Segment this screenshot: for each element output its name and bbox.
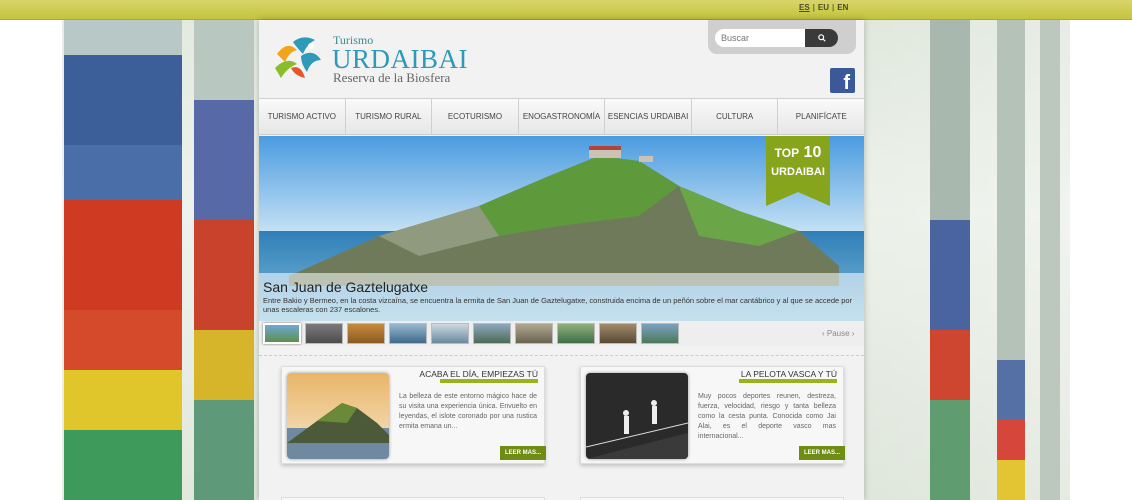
- nav-enogastronomia[interactable]: ENOGASTRONOMÍA: [519, 99, 606, 134]
- urdaibai-logo-icon[interactable]: [273, 34, 323, 82]
- tree-trunk-right-2: [997, 20, 1025, 500]
- nav-esencias-urdaibai[interactable]: ESENCIAS URDAIBAI: [605, 99, 692, 134]
- card-text: Muy pocos deportes reunen, destreza, fue…: [698, 393, 836, 440]
- card-image-pelota: [586, 373, 688, 459]
- card-title-underline: [440, 379, 538, 383]
- slide-caption: San Juan de Gaztelugatxe Entre Bakio y B…: [259, 273, 864, 321]
- lang-eu[interactable]: EU: [815, 3, 832, 12]
- slider-thumb[interactable]: [599, 323, 637, 344]
- lang-en[interactable]: EN: [834, 3, 851, 12]
- card-title[interactable]: ACABA EL DÍA, EMPIEZAS TÚ: [419, 369, 538, 379]
- header: Turismo URDAIBAI Reserva de la Biosfera …: [259, 20, 864, 98]
- card-text: La belleza de este entorno mágico hace d…: [399, 393, 537, 430]
- top10-line1: TOP 10: [774, 144, 822, 161]
- main-page: Turismo URDAIBAI Reserva de la Biosfera …: [259, 20, 864, 500]
- logo-subtitle: Reserva de la Biosfera: [333, 70, 451, 85]
- painted-trunk-left: [64, 20, 182, 500]
- slider-thumb[interactable]: [305, 323, 343, 344]
- slider-thumb[interactable]: [389, 323, 427, 344]
- slider-thumb[interactable]: [641, 323, 679, 344]
- card-title[interactable]: LA PELOTA VASCA Y TÚ: [741, 369, 837, 379]
- nav-turismo-activo[interactable]: TURISMO ACTIVO: [259, 99, 346, 134]
- card-image-gaztelugatxe: [287, 373, 389, 459]
- tree-trunk-far-right: [1040, 20, 1060, 500]
- read-more-button[interactable]: LEER MAS...: [500, 446, 546, 460]
- card-title-underline: [739, 379, 837, 383]
- nav-cultura[interactable]: CULTURA: [692, 99, 779, 134]
- slider-thumb[interactable]: [347, 323, 385, 344]
- slider-thumbnails: [263, 323, 679, 344]
- card-image[interactable]: [287, 373, 389, 459]
- search-container: [708, 20, 856, 54]
- lang-es[interactable]: ES: [796, 3, 813, 12]
- hero-slider: TOP 10 URDAIBAI San Juan de Gaztelugatxe…: [259, 136, 864, 346]
- slider-thumb[interactable]: [515, 323, 553, 344]
- slide-title[interactable]: San Juan de Gaztelugatxe: [263, 279, 428, 295]
- main-nav: TURISMO ACTIVO TURISMO RURAL ECOTURISMO …: [259, 98, 864, 135]
- feature-card-2: LA PELOTA VASCA Y TÚ Muy pocos deportes …: [580, 366, 845, 464]
- top10-line2: URDAIBAI: [771, 166, 825, 178]
- facebook-icon[interactable]: f: [830, 68, 855, 93]
- section-divider: [259, 355, 864, 356]
- slider-thumb[interactable]: [557, 323, 595, 344]
- search-input[interactable]: [715, 29, 805, 47]
- top-bar: ES | EU | EN: [0, 0, 1132, 20]
- slider-thumb[interactable]: [431, 323, 469, 344]
- top10-badge[interactable]: TOP 10 URDAIBAI: [766, 136, 830, 206]
- slide-description: Entre Bakio y Bermeo, en la costa vizcaí…: [263, 296, 853, 314]
- slider-pause-button[interactable]: ‹ Pause ›: [822, 329, 854, 338]
- slider-thumb[interactable]: [263, 323, 301, 344]
- tree-trunk-right: [930, 20, 970, 500]
- search-icon: [817, 34, 826, 42]
- search-button[interactable]: [805, 29, 838, 47]
- language-switcher: ES | EU | EN: [796, 3, 851, 12]
- nav-planificate[interactable]: PLANIFÍCATE: [778, 99, 864, 134]
- card-image[interactable]: [586, 373, 688, 459]
- slider-thumb[interactable]: [473, 323, 511, 344]
- read-more-button[interactable]: LEER MAS...: [799, 446, 845, 460]
- nav-ecoturismo[interactable]: ECOTURISMO: [432, 99, 519, 134]
- feature-card-1: ACABA EL DÍA, EMPIEZAS TÚ La belleza de …: [281, 366, 546, 464]
- nav-turismo-rural[interactable]: TURISMO RURAL: [346, 99, 433, 134]
- painted-trunk-left-2: [194, 20, 254, 500]
